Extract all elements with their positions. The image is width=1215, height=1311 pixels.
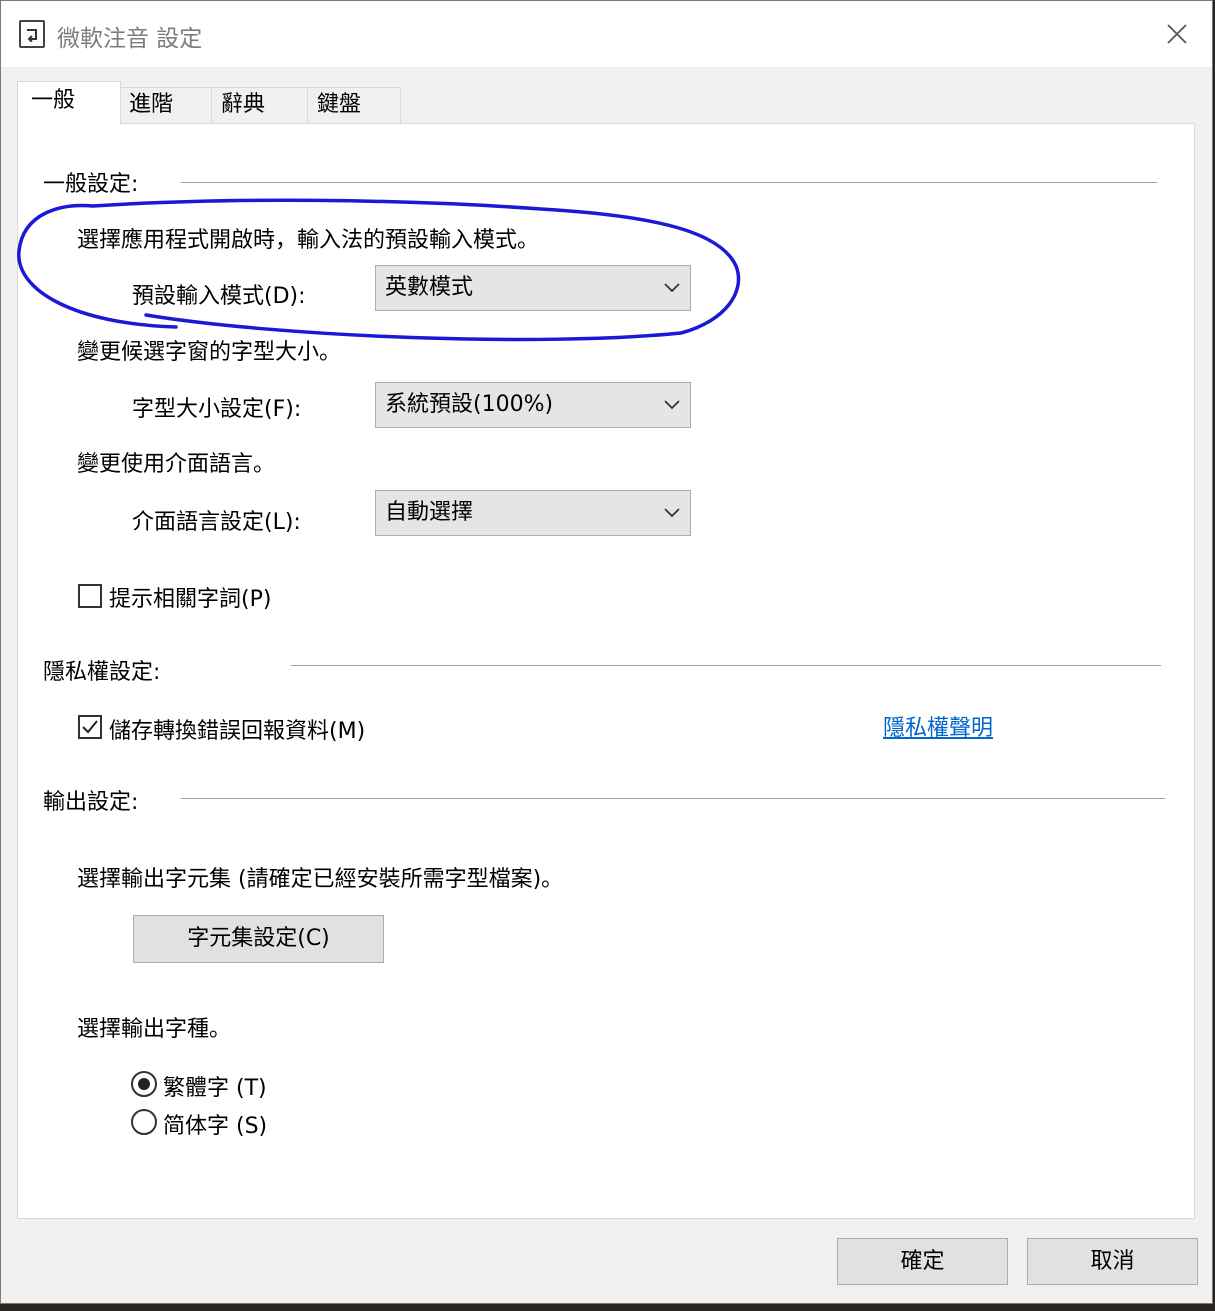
chevron-down-icon [664,400,680,410]
tab-dictionary[interactable]: 辭典 [211,87,309,123]
charset-description: 選擇輸出字元集 (請確定已經安裝所需字型檔案)。 [77,867,564,892]
simplified-radio[interactable] [131,1109,157,1135]
output-section-label: 輸出設定: [43,790,139,815]
save-report-label[interactable]: 儲存轉換錯誤回報資料(M) [109,713,365,745]
tab-general[interactable]: 一般 [17,81,121,125]
font-size-label: 字型大小設定(F): [132,397,302,422]
ui-language-label: 介面語言設定(L): [132,510,301,535]
privacy-section-divider [291,665,1161,666]
chevron-down-icon [664,508,680,518]
title-bar: 微軟注音 設定 [1,1,1212,67]
general-section-label: 一般設定: [43,172,139,197]
traditional-label[interactable]: 繁體字 (T) [163,1070,267,1102]
ime-app-icon [19,20,45,48]
checkmark-icon [82,720,98,734]
traditional-radio[interactable] [131,1071,157,1097]
font-size-value: 系統預設(100%) [385,392,554,417]
tab-advanced-label: 進階 [129,92,174,117]
save-report-checkbox[interactable] [78,715,102,739]
ui-language-value: 自動選擇 [385,500,474,525]
settings-dialog: 微軟注音 設定 一般 進階 辭典 鍵盤 一般設定: 選擇應用程式開啟時，輸入法的… [0,0,1213,1304]
tab-advanced[interactable]: 進階 [119,87,213,123]
script-description: 選擇輸出字種。 [77,1017,232,1042]
ok-button[interactable]: 確定 [837,1238,1008,1285]
font-size-description: 變更候選字窗的字型大小。 [77,340,342,365]
charset-settings-button[interactable]: 字元集設定(C) [133,915,384,963]
ui-language-description: 變更使用介面語言。 [77,452,276,477]
close-icon [1167,24,1187,44]
input-mode-label: 預設輸入模式(D): [132,284,306,309]
font-size-select[interactable]: 系統預設(100%) [375,382,691,428]
tab-general-label: 一般 [31,88,76,113]
general-section-divider [181,182,1157,183]
input-mode-select[interactable]: 英數模式 [375,265,691,311]
tab-dictionary-label: 辭典 [221,92,266,117]
ui-language-select[interactable]: 自動選擇 [375,490,691,536]
window-title: 微軟注音 設定 [57,26,203,52]
chevron-down-icon [664,283,680,293]
tab-keyboard[interactable]: 鍵盤 [307,87,401,123]
privacy-statement-link[interactable]: 隱私權聲明 [883,710,993,742]
suggest-words-label[interactable]: 提示相關字詞(P) [109,581,271,613]
simplified-label[interactable]: 简体字 (S) [163,1108,267,1140]
input-mode-value: 英數模式 [385,275,474,300]
suggest-words-checkbox[interactable] [78,584,102,608]
cancel-button[interactable]: 取消 [1027,1238,1198,1285]
output-section-divider [181,798,1165,799]
close-button[interactable] [1142,1,1212,67]
privacy-section-label: 隱私權設定: [43,660,161,685]
input-mode-description: 選擇應用程式開啟時，輸入法的預設輸入模式。 [77,228,540,253]
tab-keyboard-label: 鍵盤 [317,92,362,117]
